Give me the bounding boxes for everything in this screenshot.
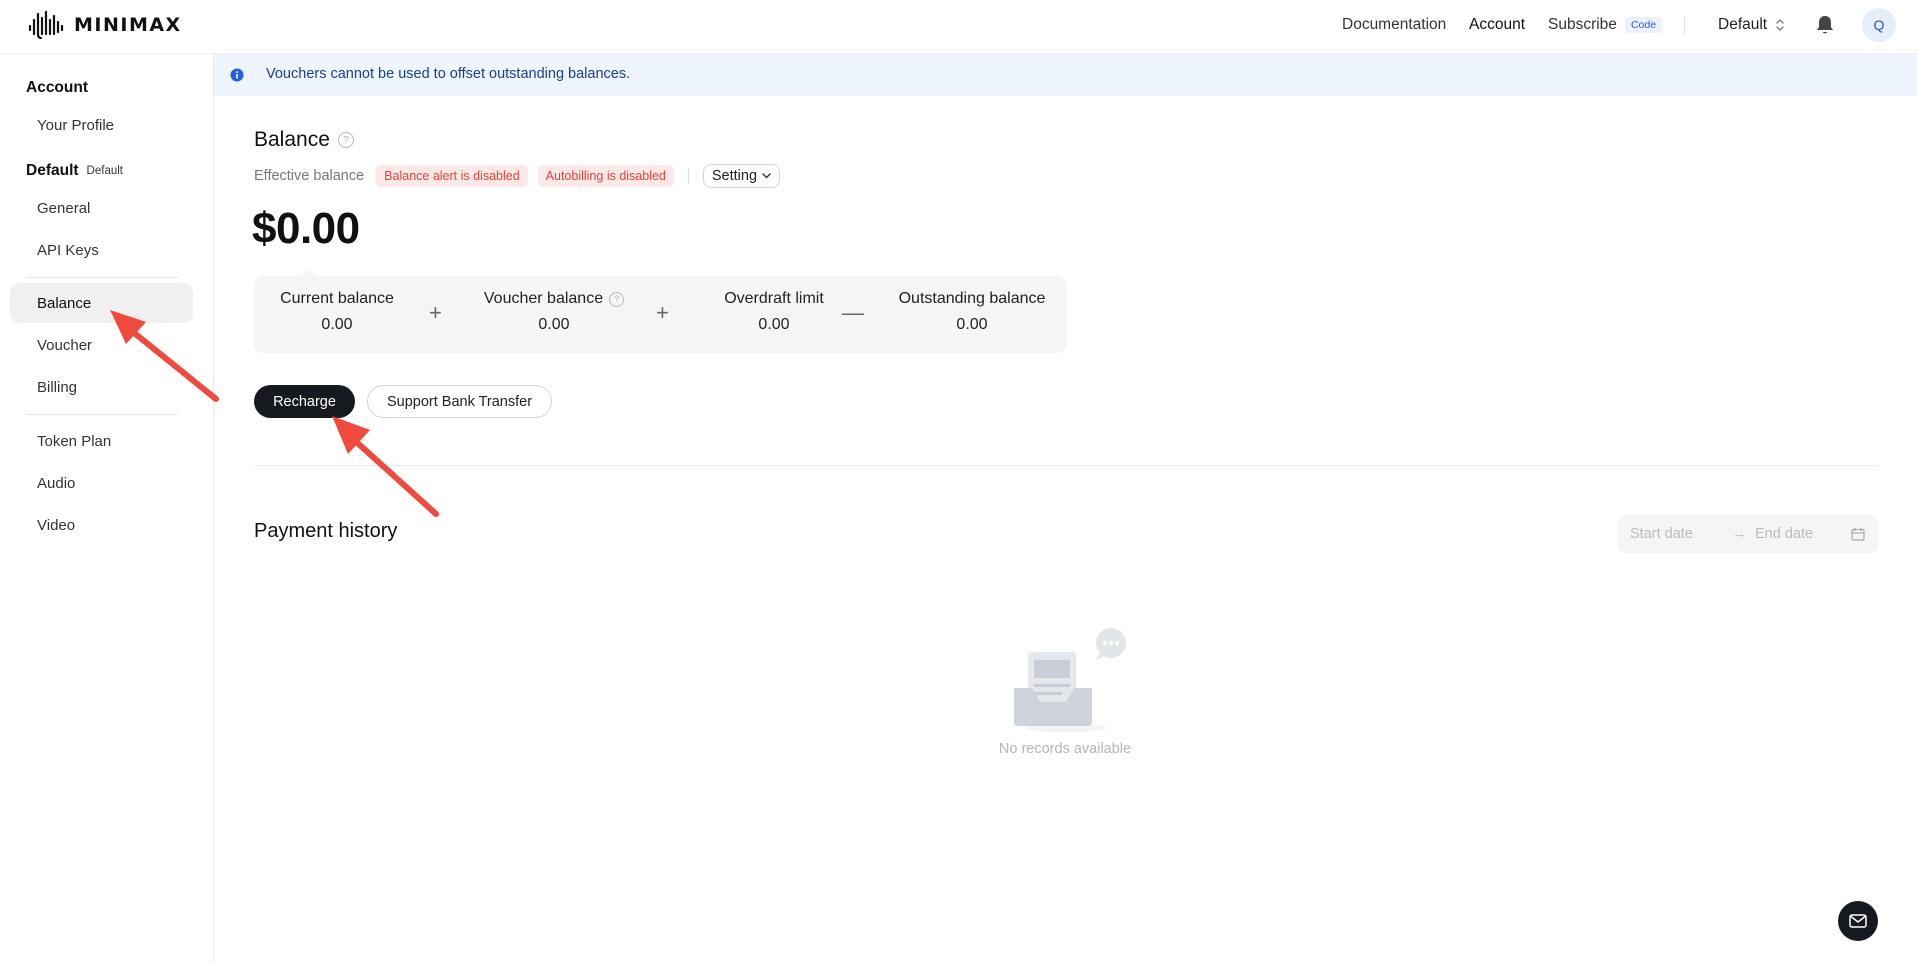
current-balance-item: Current balance 0.00	[254, 290, 420, 334]
workspace-name: Default	[1718, 16, 1768, 33]
voucher-balance-label: Voucher balance	[483, 290, 604, 307]
payment-history-title: Payment history	[254, 520, 398, 542]
info-banner: Vouchers cannot be used to offset outsta…	[214, 54, 1917, 96]
outstanding-balance-label: Outstanding balance	[898, 290, 1046, 307]
mail-icon	[1849, 914, 1867, 928]
empty-inbox-icon	[1014, 628, 1126, 732]
code-badge: Code	[1624, 17, 1663, 33]
minimax-logo[interactable]: MINIMAX	[28, 10, 182, 40]
waveform-logo-icon	[28, 10, 64, 40]
status-divider	[687, 168, 689, 184]
nav-subscribe-label: Subscribe	[1548, 16, 1617, 33]
effective-balance-amount: $0.00	[252, 204, 360, 253]
autobilling-badge: Autobilling is disabled	[537, 165, 674, 187]
effective-balance-label: Effective balance	[254, 168, 365, 184]
current-balance-value: 0.00	[321, 316, 353, 333]
info-banner-text: Vouchers cannot be used to offset outsta…	[266, 66, 631, 82]
recharge-button[interactable]: Recharge	[254, 385, 355, 418]
contact-fab[interactable]	[1838, 901, 1878, 941]
empty-state-text: No records available	[998, 741, 1132, 757]
balance-title-row: Balance ?	[254, 128, 354, 152]
nav-subscribe[interactable]: Subscribe Code	[1548, 0, 1663, 50]
chevron-down-icon	[762, 173, 771, 179]
sidebar-item-api-keys[interactable]: API Keys	[10, 230, 193, 270]
sidebar: Account Your Profile Default Default Gen…	[0, 54, 214, 963]
balance-status-row: Effective balance Balance alert is disab…	[254, 164, 781, 188]
minus-operator: —	[842, 300, 864, 325]
setting-label: Setting	[711, 168, 758, 184]
info-icon	[230, 68, 244, 82]
overdraft-limit-value: 0.00	[758, 316, 790, 333]
sidebar-section-account: Account	[26, 79, 88, 96]
help-icon[interactable]: ?	[337, 132, 354, 148]
overdraft-limit-item: Overdraft limit 0.00	[684, 290, 864, 334]
outstanding-balance-item: Outstanding balance 0.00	[872, 290, 1072, 334]
nav-account[interactable]: Account	[1469, 0, 1525, 50]
sidebar-item-billing[interactable]: Billing	[10, 367, 193, 407]
page-title: Balance	[254, 128, 330, 151]
section-divider	[254, 465, 1878, 466]
chevron-updown-icon	[1776, 19, 1784, 31]
sidebar-item-your-profile[interactable]: Your Profile	[10, 105, 193, 145]
top-header: MINIMAX Documentation Account Subscribe …	[0, 0, 1917, 54]
current-balance-label: Current balance	[280, 290, 394, 307]
arrow-right-icon: →	[1732, 526, 1747, 542]
plus-operator: +	[429, 300, 442, 325]
setting-dropdown[interactable]: Setting	[702, 164, 781, 188]
bell-icon[interactable]	[1814, 14, 1836, 36]
sidebar-section-default-label: Default	[26, 162, 79, 179]
nav-divider	[1684, 16, 1685, 34]
balance-alert-badge: Balance alert is disabled	[376, 165, 528, 187]
sidebar-item-video[interactable]: Video	[10, 505, 193, 545]
calendar-icon	[1851, 528, 1865, 541]
sidebar-item-audio[interactable]: Audio	[10, 463, 193, 503]
outstanding-balance-value: 0.00	[956, 316, 988, 333]
sidebar-section-default: Default Default	[26, 162, 123, 180]
sidebar-item-general[interactable]: General	[10, 188, 193, 228]
bank-transfer-button[interactable]: Support Bank Transfer	[367, 385, 552, 418]
avatar[interactable]: Q	[1862, 8, 1896, 42]
help-icon[interactable]: ?	[609, 291, 625, 307]
sidebar-divider	[26, 277, 178, 278]
sidebar-item-balance[interactable]: Balance	[10, 283, 193, 323]
sidebar-divider	[26, 414, 178, 415]
date-range-picker[interactable]: Start date → End date	[1618, 515, 1878, 553]
breakdown-pointer	[301, 269, 317, 277]
default-tag: Default	[86, 165, 123, 177]
nav-documentation[interactable]: Documentation	[1342, 0, 1446, 50]
balance-breakdown: Current balance 0.00 + Voucher balance ?…	[254, 269, 1067, 353]
start-date-input[interactable]: Start date	[1630, 526, 1693, 542]
sidebar-item-voucher[interactable]: Voucher	[10, 325, 193, 365]
voucher-balance-label-row: Voucher balance ?	[464, 290, 644, 308]
workspace-selector[interactable]: Default	[1718, 0, 1785, 50]
voucher-balance-item: Voucher balance ? 0.00	[464, 290, 644, 334]
plus-operator: +	[656, 300, 669, 325]
logo-text: MINIMAX	[74, 14, 182, 36]
voucher-balance-value: 0.00	[538, 316, 570, 333]
overdraft-limit-label: Overdraft limit	[724, 290, 824, 307]
sidebar-item-token-plan[interactable]: Token Plan	[10, 421, 193, 461]
end-date-input[interactable]: End date	[1755, 526, 1813, 542]
